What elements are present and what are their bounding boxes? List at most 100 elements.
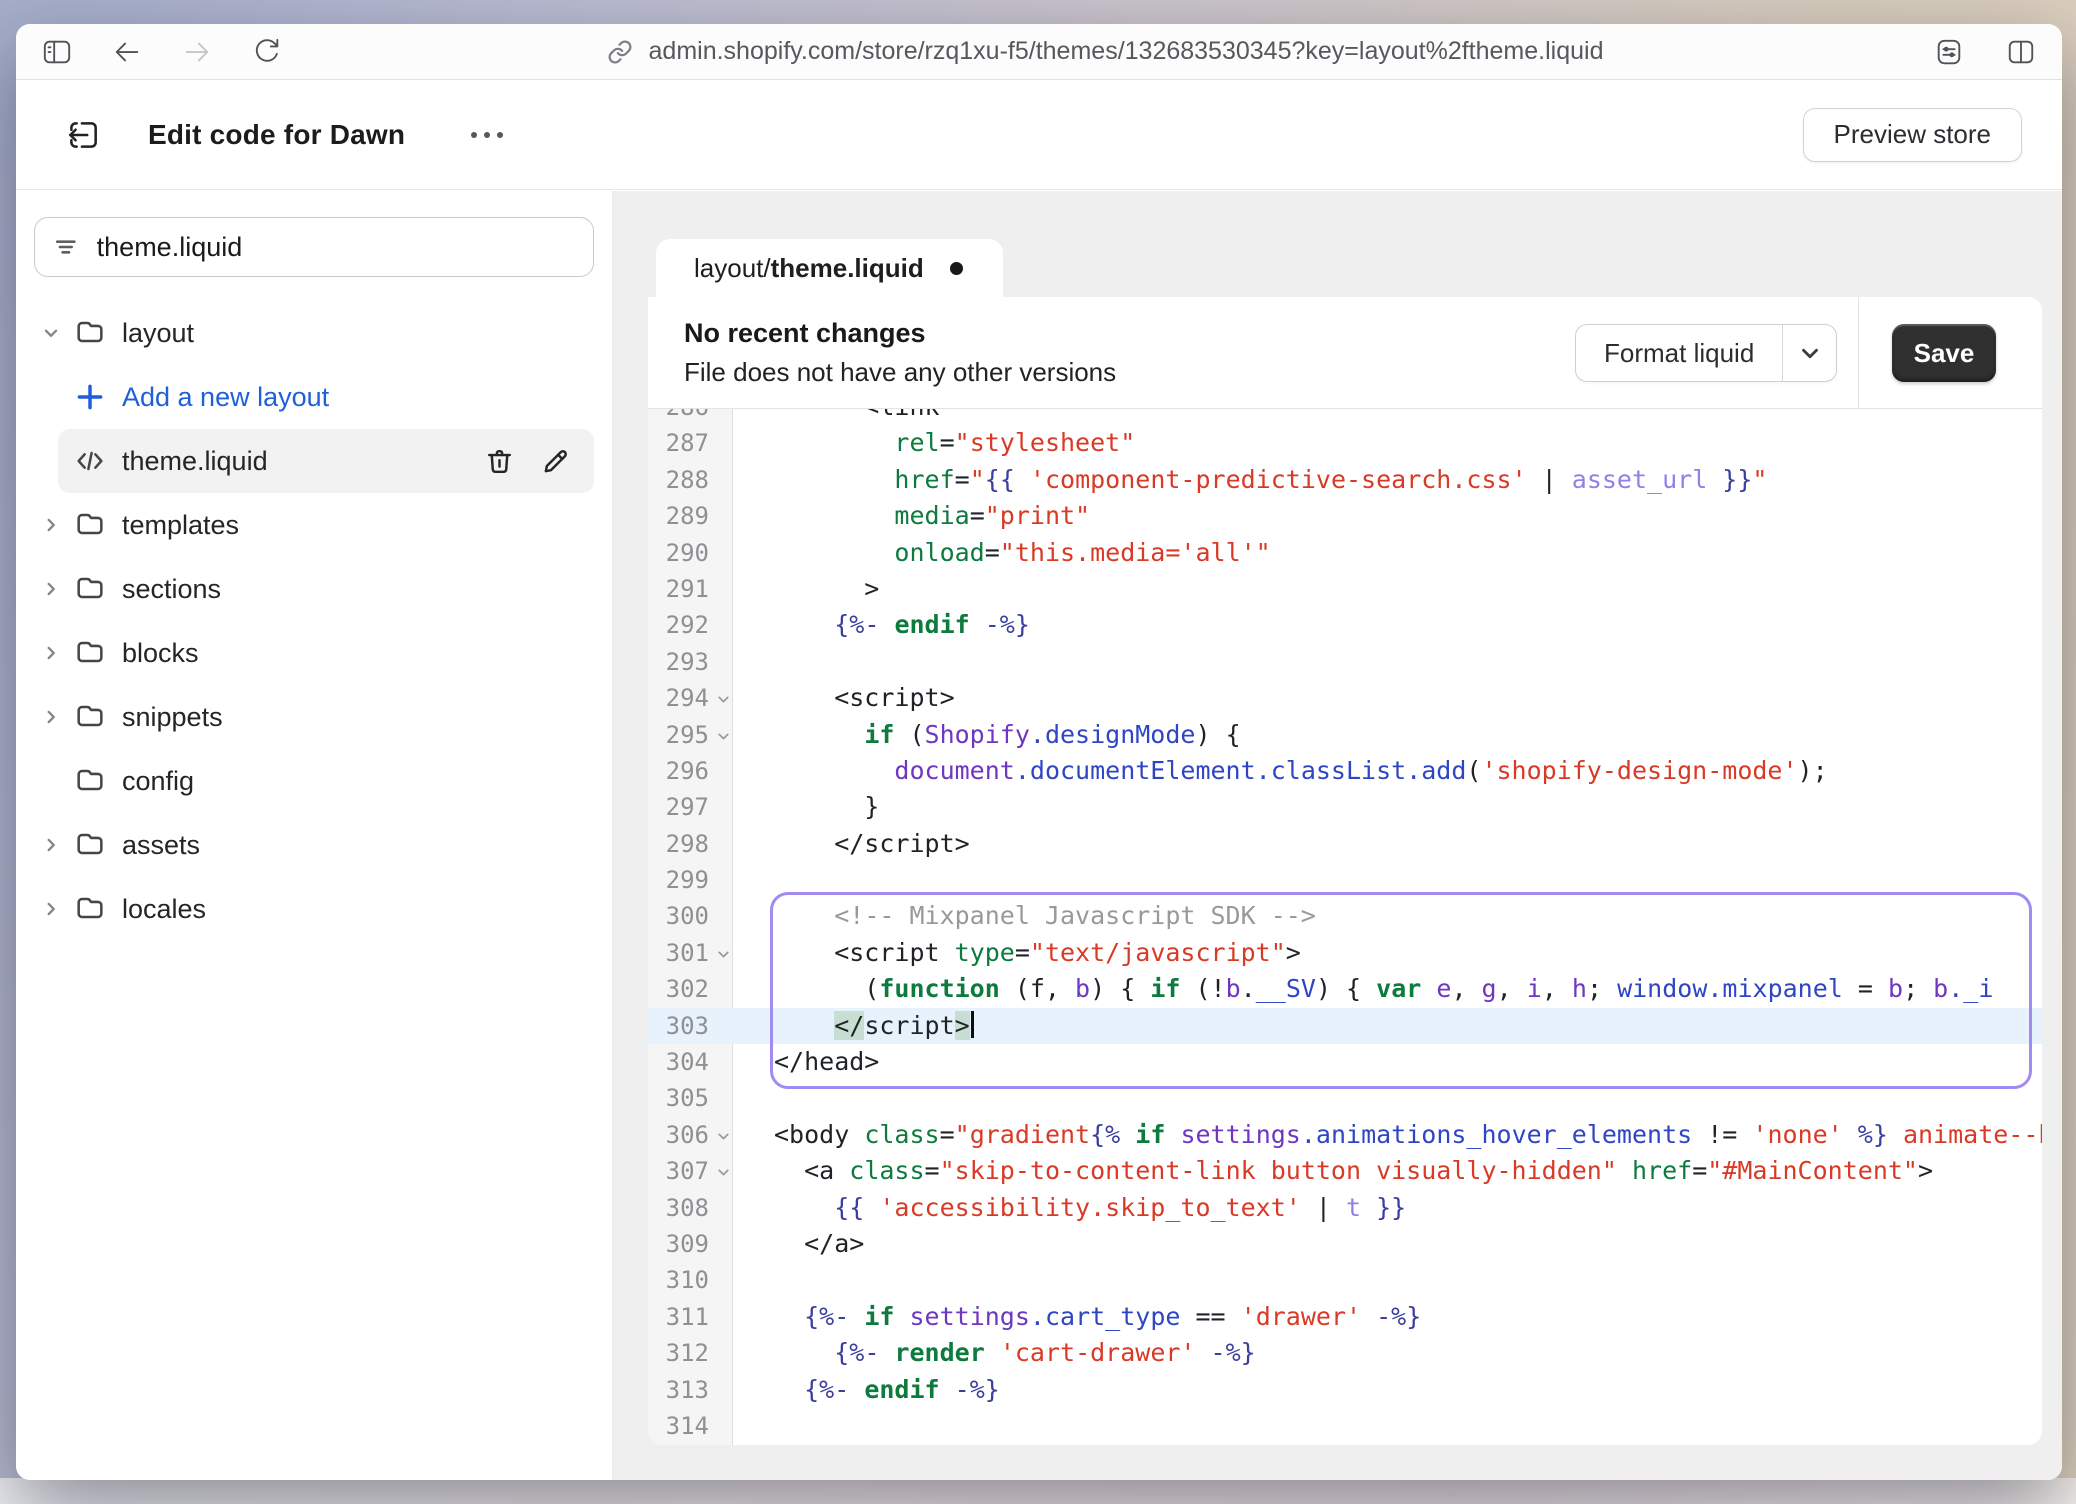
code-line-304[interactable]: 304</head> <box>648 1044 2042 1080</box>
code-line-292[interactable]: 292 {%- endif -%} <box>648 607 2042 643</box>
code-line-305[interactable]: 305 <box>648 1080 2042 1116</box>
dots-horizontal-icon <box>471 132 477 138</box>
sidebar-item-theme-liquid[interactable]: theme.liquid <box>58 429 594 493</box>
code-line-288[interactable]: 288 href="{{ 'component-predictive-searc… <box>648 462 2042 498</box>
folder-icon <box>74 636 108 670</box>
text-cursor <box>971 1011 974 1038</box>
code-line-295[interactable]: 295 if (Shopify.designMode) { <box>648 717 2042 753</box>
sidebar-item-label: templates <box>122 510 239 541</box>
line-number: 312 <box>648 1335 733 1371</box>
chevron-right-icon[interactable] <box>40 578 68 600</box>
unsaved-changes-dot <box>950 262 963 275</box>
save-button[interactable]: Save <box>1892 324 1996 382</box>
code-line-289[interactable]: 289 media="print" <box>648 498 2042 534</box>
code-line-301[interactable]: 301 <script type="text/javascript"> <box>648 935 2042 971</box>
fold-toggle-icon[interactable] <box>712 937 732 957</box>
format-options-button[interactable] <box>1782 325 1836 381</box>
code-line-309[interactable]: 309 </a> <box>648 1226 2042 1262</box>
editor-card-header: No recent changes File does not have any… <box>648 297 2042 409</box>
line-number: 306 <box>648 1117 733 1153</box>
fold-toggle-icon[interactable] <box>712 719 732 739</box>
folder-icon <box>74 316 108 350</box>
code-line-298[interactable]: 298 </script> <box>648 826 2042 862</box>
split-view-icon[interactable] <box>2006 37 2036 67</box>
exit-code-editor-button[interactable] <box>60 112 106 158</box>
code-text: if (Shopify.designMode) { <box>733 717 2042 753</box>
code-line-291[interactable]: 291 > <box>648 571 2042 607</box>
line-number: 291 <box>648 571 733 607</box>
folder-icon <box>74 700 108 734</box>
code-line-307[interactable]: 307 <a class="skip-to-content-link butto… <box>648 1153 2042 1189</box>
code-editor[interactable]: 286 <link287 rel="stylesheet"288 href="{… <box>648 409 2042 1445</box>
line-number: 310 <box>648 1262 733 1298</box>
code-text: {{ 'accessibility.skip_to_text' | t }} <box>733 1190 2042 1226</box>
line-number: 307 <box>648 1153 733 1189</box>
forward-button-icon <box>182 37 212 67</box>
sidebar-item-locales[interactable]: locales <box>34 877 594 941</box>
sidebar-item-layout[interactable]: layout <box>34 301 594 365</box>
chevron-right-icon[interactable] <box>40 642 68 664</box>
sidebar-toggle-icon[interactable] <box>42 37 72 67</box>
exit-icon <box>64 116 102 154</box>
format-liquid-split-button: Format liquid <box>1575 324 1837 382</box>
line-number: 289 <box>648 498 733 534</box>
code-line-294[interactable]: 294 <script> <box>648 680 2042 716</box>
code-line-287[interactable]: 287 rel="stylesheet" <box>648 425 2042 461</box>
reload-button-icon[interactable] <box>252 37 282 67</box>
code-text: <link <box>733 409 2042 425</box>
sidebar-item-snippets[interactable]: snippets <box>34 685 594 749</box>
filter-icon <box>53 233 79 261</box>
fold-toggle-icon[interactable] <box>712 682 732 702</box>
file-search-input[interactable] <box>97 232 575 263</box>
sidebar-item-blocks[interactable]: blocks <box>34 621 594 685</box>
back-button-icon[interactable] <box>112 37 142 67</box>
code-line-290[interactable]: 290 onload="this.media='all'" <box>648 535 2042 571</box>
code-line-293[interactable]: 293 <box>648 644 2042 680</box>
code-line-299[interactable]: 299 <box>648 862 2042 898</box>
code-text: (function (f, b) { if (!b.__SV) { var e,… <box>733 971 2042 1007</box>
more-options-button[interactable] <box>461 122 513 148</box>
code-text: document.documentElement.classList.add('… <box>733 753 2042 789</box>
chevron-right-icon[interactable] <box>40 706 68 728</box>
line-number: 299 <box>648 862 733 898</box>
tab-theme-liquid[interactable]: layout/theme.liquid <box>656 239 1003 297</box>
code-line-300[interactable]: 300 <!-- Mixpanel Javascript SDK --> <box>648 898 2042 934</box>
chevron-down-icon[interactable] <box>40 322 68 344</box>
sidebar-item-add-a-new-layout[interactable]: Add a new layout <box>34 365 594 429</box>
sidebar-item-sections[interactable]: sections <box>34 557 594 621</box>
file-search-box[interactable] <box>34 217 594 277</box>
preview-store-button[interactable]: Preview store <box>1803 108 2023 162</box>
delete-file-button[interactable] <box>482 444 516 478</box>
page-settings-icon[interactable] <box>1934 37 1964 67</box>
code-line-306[interactable]: 306<body class="gradient{% if settings.a… <box>648 1117 2042 1153</box>
fold-toggle-icon[interactable] <box>712 1119 732 1139</box>
line-number: 298 <box>648 826 733 862</box>
code-line-308[interactable]: 308 {{ 'accessibility.skip_to_text' | t … <box>648 1190 2042 1226</box>
chevron-right-icon[interactable] <box>40 898 68 920</box>
code-line-297[interactable]: 297 } <box>648 789 2042 825</box>
code-text <box>733 862 2042 898</box>
code-line-296[interactable]: 296 document.documentElement.classList.a… <box>648 753 2042 789</box>
sidebar-item-config[interactable]: config <box>34 749 594 813</box>
code-line-303[interactable]: 303 </script> <box>648 1008 2042 1044</box>
chevron-right-icon[interactable] <box>40 514 68 536</box>
edit-file-button[interactable] <box>538 444 572 478</box>
address-bar[interactable]: admin.shopify.com/store/rzq1xu-f5/themes… <box>342 37 1866 67</box>
browser-toolbar: admin.shopify.com/store/rzq1xu-f5/themes… <box>16 24 2062 80</box>
fold-toggle-icon[interactable] <box>712 1155 732 1175</box>
line-number: 311 <box>648 1299 733 1335</box>
code-text <box>733 1080 2042 1116</box>
sidebar-item-templates[interactable]: templates <box>34 493 594 557</box>
code-line-302[interactable]: 302 (function (f, b) { if (!b.__SV) { va… <box>648 971 2042 1007</box>
code-line-311[interactable]: 311 {%- if settings.cart_type == 'drawer… <box>648 1299 2042 1335</box>
recent-changes-subtitle: File does not have any other versions <box>684 357 2042 388</box>
code-line-313[interactable]: 313 {%- endif -%} <box>648 1372 2042 1408</box>
sidebar-item-assets[interactable]: assets <box>34 813 594 877</box>
code-line-310[interactable]: 310 <box>648 1262 2042 1298</box>
code-line-312[interactable]: 312 {%- render 'cart-drawer' -%} <box>648 1335 2042 1371</box>
code-line-286[interactable]: 286 <link <box>648 409 2042 425</box>
chevron-right-icon[interactable] <box>40 834 68 856</box>
code-text: </head> <box>733 1044 2042 1080</box>
format-liquid-button[interactable]: Format liquid <box>1576 325 1782 381</box>
code-line-314[interactable]: 314 <box>648 1408 2042 1444</box>
